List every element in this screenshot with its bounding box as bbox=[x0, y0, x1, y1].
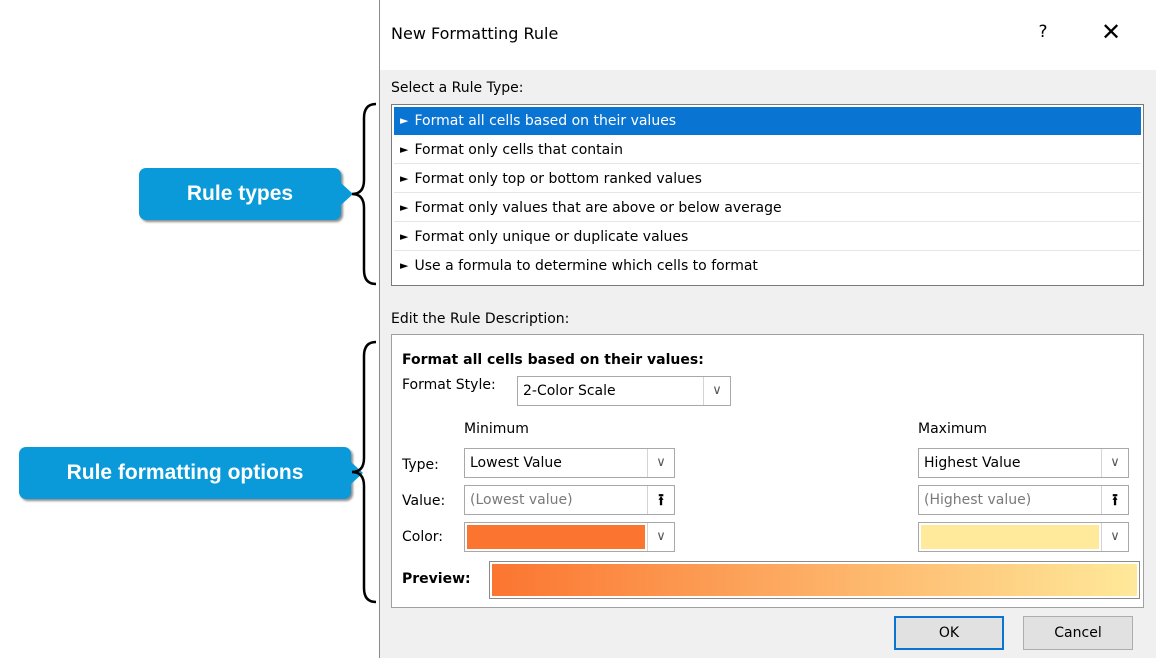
dialog-title: New Formatting Rule bbox=[391, 24, 559, 43]
minimum-color-swatch bbox=[467, 525, 645, 549]
maximum-type-select[interactable]: Highest Value ∨ bbox=[918, 448, 1129, 478]
maximum-color-picker[interactable]: ∨ bbox=[918, 522, 1129, 552]
arrow-right-icon: ► bbox=[400, 230, 409, 243]
rule-types-callout-text: Rule types bbox=[186, 182, 294, 205]
ok-button[interactable]: OK bbox=[894, 616, 1004, 650]
edit-rule-description-label: Edit the Rule Description: bbox=[391, 311, 570, 327]
preview-gradient bbox=[492, 564, 1137, 596]
new-formatting-rule-dialog: New Formatting Rule ? ✕ Select a Rule Ty… bbox=[379, 0, 1156, 658]
preview-label: Preview: bbox=[402, 571, 471, 587]
description-heading: Format all cells based on their values: bbox=[402, 352, 704, 368]
range-select-icon[interactable]: ⭱ bbox=[1101, 486, 1128, 514]
chevron-down-icon: ∨ bbox=[647, 523, 674, 551]
minimum-value-input[interactable]: (Lowest value) ⭱ bbox=[464, 485, 675, 515]
maximum-header: Maximum bbox=[918, 421, 987, 437]
help-button[interactable]: ? bbox=[1032, 22, 1054, 42]
minimum-header: Minimum bbox=[464, 421, 529, 437]
rule-formatting-options-callout: Rule formatting options bbox=[19, 447, 363, 499]
chevron-down-icon: ∨ bbox=[703, 377, 730, 405]
rule-type-item-cells-that-contain[interactable]: ► Format only cells that contain bbox=[394, 136, 1141, 164]
rule-type-item-all-cells[interactable]: ► Format all cells based on their values bbox=[394, 107, 1141, 135]
color-label: Color: bbox=[402, 529, 444, 545]
minimum-color-picker[interactable]: ∨ bbox=[464, 522, 675, 552]
rule-formatting-options-callout-text: Rule formatting options bbox=[66, 461, 304, 484]
arrow-right-icon: ► bbox=[400, 114, 409, 127]
title-bar: New Formatting Rule ? ✕ bbox=[380, 0, 1156, 70]
type-label: Type: bbox=[402, 457, 439, 473]
chevron-down-icon: ∨ bbox=[1101, 449, 1128, 477]
close-button[interactable]: ✕ bbox=[1099, 19, 1123, 45]
select-rule-type-label: Select a Rule Type: bbox=[391, 80, 524, 96]
value-label: Value: bbox=[402, 493, 446, 509]
arrow-right-icon: ► bbox=[400, 259, 409, 272]
maximum-color-swatch bbox=[921, 525, 1099, 549]
rule-type-item-formula[interactable]: ► Use a formula to determine which cells … bbox=[394, 252, 1141, 280]
minimum-type-select[interactable]: Lowest Value ∨ bbox=[464, 448, 675, 478]
rule-types-callout: Rule types bbox=[139, 168, 353, 220]
arrow-right-icon: ► bbox=[400, 172, 409, 185]
rule-description-panel: Format all cells based on their values: … bbox=[391, 334, 1144, 608]
chevron-down-icon: ∨ bbox=[1101, 523, 1128, 551]
chevron-down-icon: ∨ bbox=[647, 449, 674, 477]
format-style-label: Format Style: bbox=[402, 377, 496, 393]
rule-type-item-top-bottom[interactable]: ► Format only top or bottom ranked values bbox=[394, 165, 1141, 193]
range-select-icon[interactable]: ⭱ bbox=[647, 486, 674, 514]
rule-type-item-unique-duplicate[interactable]: ► Format only unique or duplicate values bbox=[394, 223, 1141, 251]
rule-type-list[interactable]: ► Format all cells based on their values … bbox=[391, 104, 1144, 286]
rule-type-item-above-below-average[interactable]: ► Format only values that are above or be… bbox=[394, 194, 1141, 222]
preview-box bbox=[489, 561, 1140, 599]
maximum-value-input[interactable]: (Highest value) ⭱ bbox=[918, 485, 1129, 515]
arrow-right-icon: ► bbox=[400, 143, 409, 156]
cancel-button[interactable]: Cancel bbox=[1023, 616, 1133, 650]
format-style-select[interactable]: 2-Color Scale ∨ bbox=[517, 376, 731, 406]
arrow-right-icon: ► bbox=[400, 201, 409, 214]
